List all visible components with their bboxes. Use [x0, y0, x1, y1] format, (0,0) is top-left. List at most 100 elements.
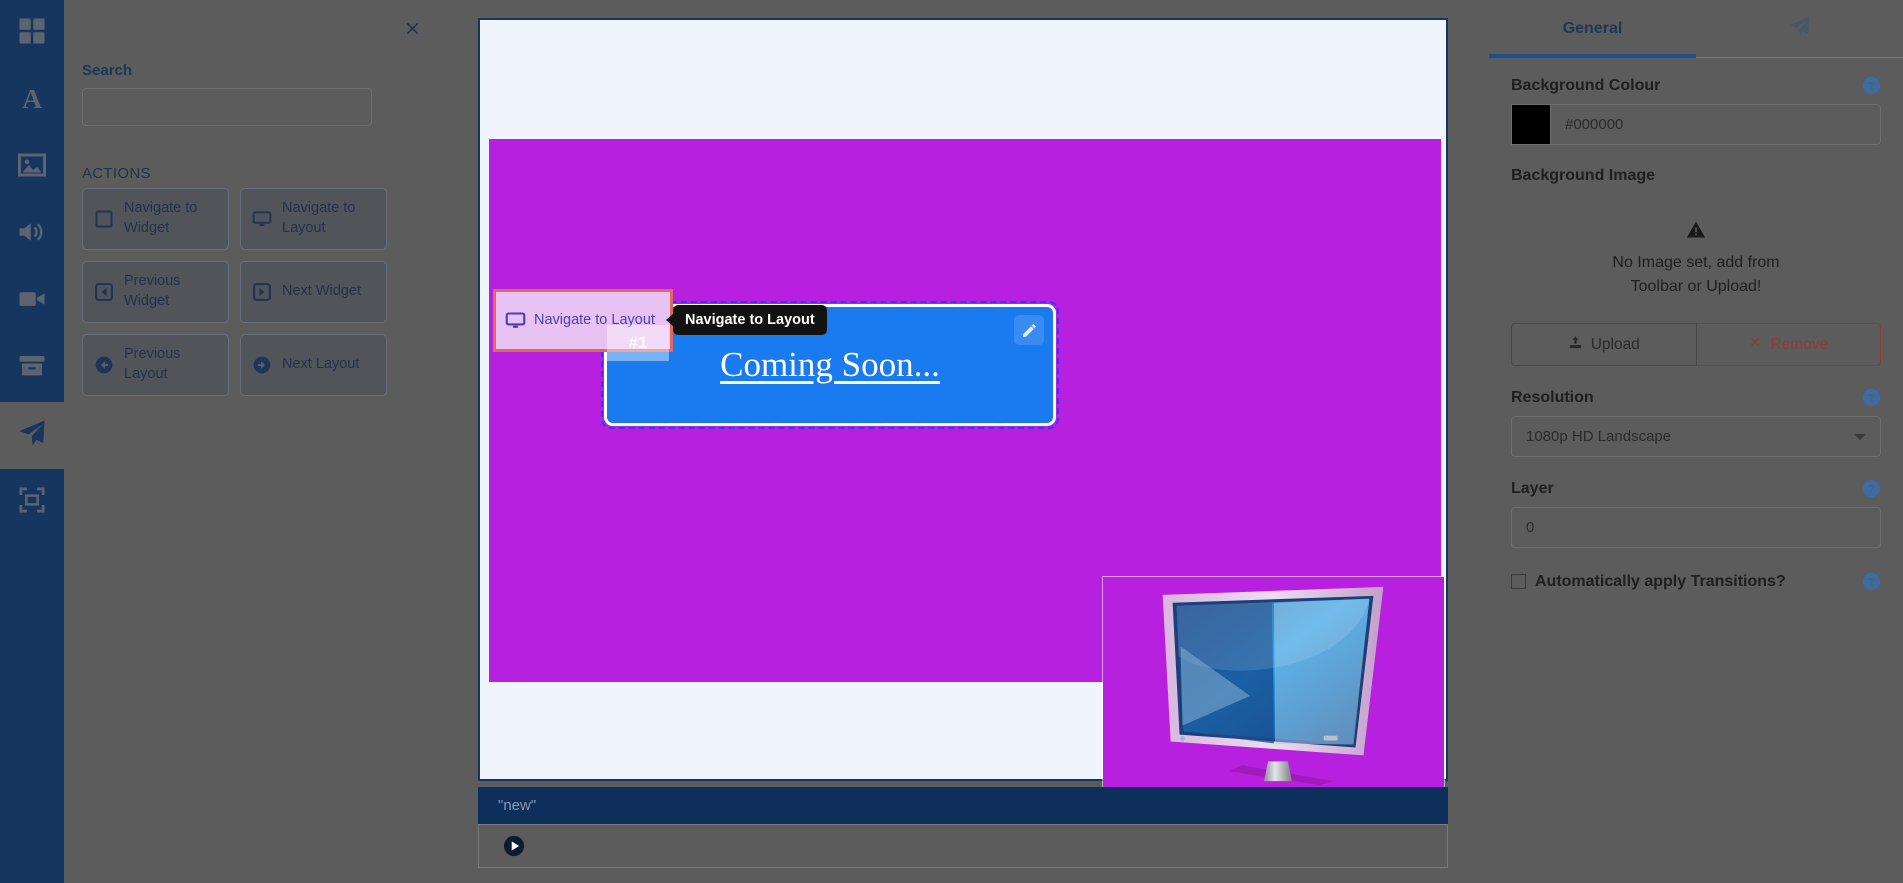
background-colour-field — [1511, 104, 1881, 145]
sidebar-item-frame[interactable] — [0, 469, 64, 536]
arrow-right-circle-icon — [251, 355, 273, 375]
search-label: Search — [82, 62, 132, 79]
upload-icon — [1568, 335, 1583, 355]
widget-text-content: Coming Soon... — [720, 345, 940, 385]
image-icon — [17, 150, 47, 185]
layout-canvas[interactable]: Coming Soon... #1 Navigate to Layout Nav… — [478, 18, 1448, 781]
widgets-grid-icon — [17, 16, 47, 51]
help-icon[interactable]: ? — [1862, 479, 1881, 498]
monitor-display-image — [1103, 577, 1444, 799]
properties-panel: General Background Colour ? — [1489, 0, 1903, 883]
action-label: Next Widget — [282, 282, 361, 302]
archive-icon — [17, 351, 47, 386]
action-label: Navigate to Layout — [282, 199, 376, 238]
actions-grid: Navigate to Widget Navigate to Layout Pr… — [82, 188, 387, 396]
transitions-row: Automatically apply Transitions? ? — [1511, 572, 1881, 591]
actions-heading: ACTIONS — [82, 165, 151, 182]
background-colour-label: Background Colour — [1511, 77, 1660, 95]
action-navigate-to-widget[interactable]: Navigate to Widget — [82, 188, 229, 250]
svg-text:?: ? — [1868, 392, 1875, 404]
sidebar-item-image[interactable] — [0, 134, 64, 201]
layout-name-strip: "new" — [478, 787, 1448, 824]
paper-plane-icon — [1788, 15, 1811, 43]
layout-region-background[interactable]: Coming Soon... #1 Navigate to Layout Nav… — [489, 139, 1441, 682]
remove-button[interactable]: Remove — [1697, 323, 1882, 366]
region-image-widget[interactable] — [1102, 576, 1445, 800]
sidebar-item-video[interactable] — [0, 268, 64, 335]
warning-triangle-icon — [1686, 227, 1706, 244]
sidebar-item-text[interactable]: A — [0, 67, 64, 134]
action-next-widget[interactable]: Next Widget — [240, 261, 387, 323]
sidebar-item-library[interactable] — [0, 335, 64, 402]
arrow-left-circle-icon — [93, 355, 115, 375]
action-navigate-to-layout[interactable]: Navigate to Layout — [240, 188, 387, 250]
paper-plane-icon — [17, 418, 47, 453]
tab-general[interactable]: General — [1489, 0, 1696, 57]
colour-swatch[interactable] — [1511, 104, 1551, 145]
close-icon[interactable] — [398, 14, 426, 42]
sidebar-item-widgets[interactable] — [0, 0, 64, 67]
upload-button-label: Upload — [1591, 336, 1640, 354]
frame-icon — [17, 485, 47, 520]
action-next-layout[interactable]: Next Layout — [240, 334, 387, 396]
resolution-value: 1080p HD Landscape — [1526, 428, 1671, 445]
background-image-buttons: Upload Remove — [1511, 323, 1881, 366]
help-icon[interactable]: ? — [1862, 388, 1881, 407]
transitions-label: Automatically apply Transitions? — [1535, 573, 1786, 591]
drop-order-badge: #1 — [607, 325, 669, 361]
tab-actions[interactable] — [1696, 0, 1903, 57]
monitor-icon — [251, 209, 273, 229]
search-input[interactable] — [82, 88, 372, 126]
help-icon[interactable]: ? — [1862, 572, 1881, 591]
timeline-bar[interactable] — [478, 824, 1448, 868]
resolution-row: Resolution ? — [1511, 388, 1881, 407]
svg-text:A: A — [22, 83, 42, 113]
resolution-label: Resolution — [1511, 389, 1594, 407]
video-icon — [17, 284, 47, 319]
sidebar-item-actions[interactable] — [0, 402, 64, 469]
background-colour-row: Background Colour ? — [1511, 76, 1881, 95]
no-image-message-line2: Toolbar or Upload! — [1511, 275, 1881, 299]
tab-general-label: General — [1563, 20, 1623, 38]
background-image-label: Background Image — [1511, 167, 1655, 185]
edit-pencil-icon[interactable] — [1014, 315, 1044, 345]
properties-body: Background Colour ? Background Image No … — [1489, 58, 1903, 591]
transitions-checkbox[interactable] — [1511, 574, 1526, 589]
no-image-message-line1: No Image set, add from — [1511, 251, 1881, 275]
audio-icon — [17, 217, 47, 252]
chevron-down-icon — [1854, 434, 1866, 440]
layout-name: "new" — [498, 797, 536, 814]
actions-flyout-panel: Search ACTIONS Navigate to Widget Naviga… — [64, 0, 454, 883]
action-previous-widget[interactable]: Previous Widget — [82, 261, 229, 323]
sidebar-item-audio[interactable] — [0, 201, 64, 268]
resolution-section: Resolution ? 1080p HD Landscape — [1511, 388, 1881, 457]
action-label: Navigate to Widget — [124, 199, 218, 238]
background-image-empty-state: No Image set, add from Toolbar or Upload… — [1511, 194, 1881, 366]
monitor-icon — [505, 310, 526, 331]
action-label: Previous Widget — [124, 272, 218, 311]
help-icon[interactable]: ? — [1862, 76, 1881, 95]
app-root: A — [0, 0, 1903, 883]
left-icon-rail: A — [0, 0, 64, 883]
properties-tabs: General — [1489, 0, 1903, 58]
upload-button[interactable]: Upload — [1511, 323, 1697, 366]
svg-text:?: ? — [1868, 483, 1875, 495]
layer-label: Layer — [1511, 480, 1554, 498]
layer-row: Layer ? — [1511, 479, 1881, 498]
square-icon — [93, 209, 115, 229]
svg-text:?: ? — [1868, 576, 1875, 588]
action-label: Next Layout — [282, 355, 359, 375]
step-backward-icon — [93, 282, 115, 302]
layer-section: Layer ? — [1511, 479, 1881, 548]
background-colour-input[interactable] — [1551, 104, 1881, 145]
svg-text:?: ? — [1868, 80, 1875, 92]
text-icon: A — [17, 83, 47, 118]
layer-input[interactable] — [1511, 507, 1881, 548]
background-image-row: Background Image — [1511, 167, 1881, 185]
action-label: Previous Layout — [124, 345, 218, 384]
play-icon[interactable] — [503, 835, 525, 857]
action-previous-layout[interactable]: Previous Layout — [82, 334, 229, 396]
resolution-select[interactable]: 1080p HD Landscape — [1511, 416, 1881, 457]
layout-editor-center: Coming Soon... #1 Navigate to Layout Nav… — [478, 18, 1448, 883]
drag-tooltip: Navigate to Layout — [673, 305, 827, 335]
